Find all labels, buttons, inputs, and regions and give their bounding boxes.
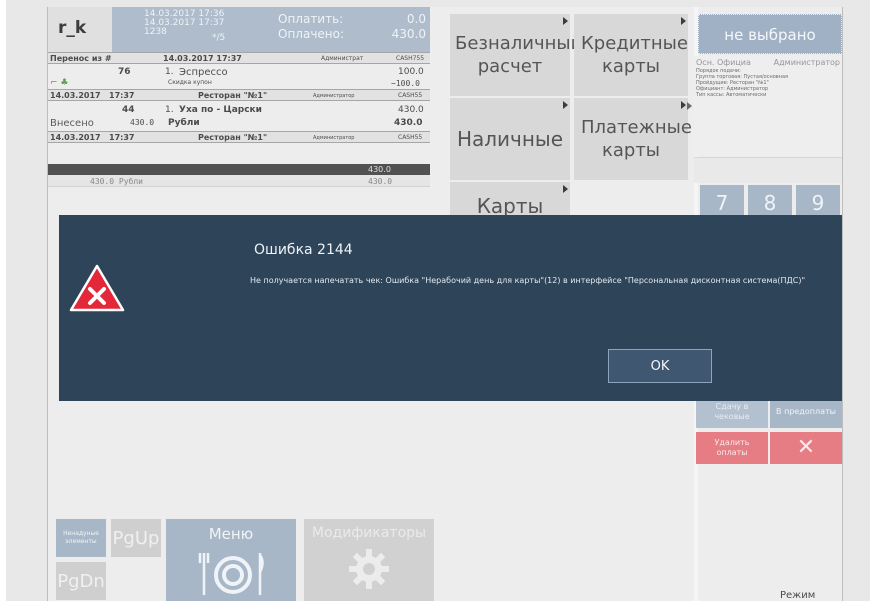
error-warning-icon <box>69 264 125 312</box>
dialog-message: Не получается напечатать чек: Ошибка "Не… <box>250 276 806 285</box>
ok-button[interactable]: OK <box>608 349 712 383</box>
pos-screen: r_k 14.03.2017 17:36 14.03.2017 17:37 12… <box>47 7 843 601</box>
error-dialog: Ошибка 2144 Не получается напечатать чек… <box>59 215 842 401</box>
window-frame: r_k 14.03.2017 17:36 14.03.2017 17:37 12… <box>6 0 870 601</box>
dialog-title: Ошибка 2144 <box>254 242 353 258</box>
